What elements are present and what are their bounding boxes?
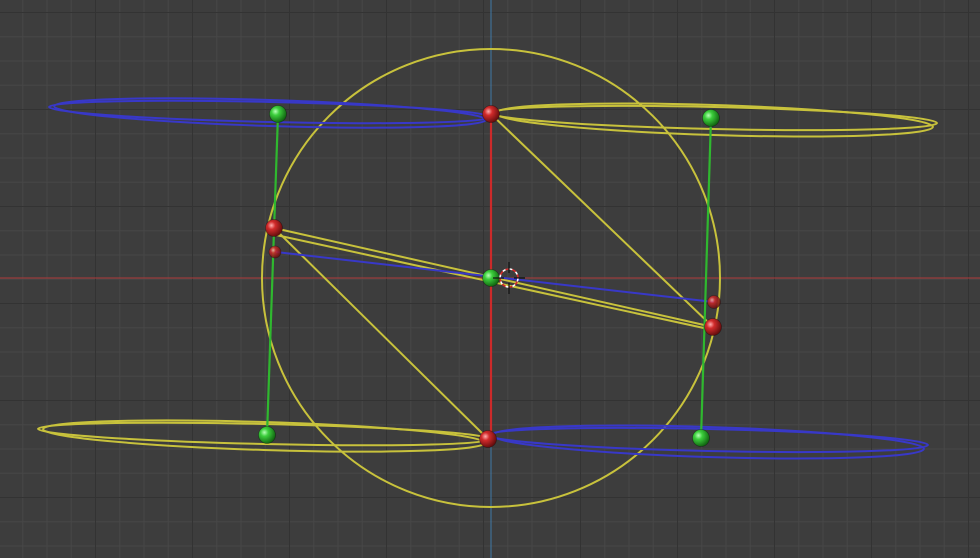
red-vertex-bottom[interactable] <box>479 430 497 448</box>
scene-wireframe[interactable] <box>0 0 980 558</box>
red-vertex-right-back[interactable] <box>707 295 721 309</box>
green-vertex-bottom-right[interactable] <box>692 429 710 447</box>
red-vertex-top[interactable] <box>482 105 500 123</box>
red-vertex-left-back[interactable] <box>268 245 282 259</box>
red-vertex-left[interactable] <box>265 219 283 237</box>
red-vertex-right[interactable] <box>704 318 722 336</box>
green-vertex-top-left[interactable] <box>269 105 287 123</box>
green-vertex-top-right[interactable] <box>702 109 720 127</box>
green-vertex-bottom-left[interactable] <box>258 426 276 444</box>
3d-viewport[interactable] <box>0 0 980 558</box>
